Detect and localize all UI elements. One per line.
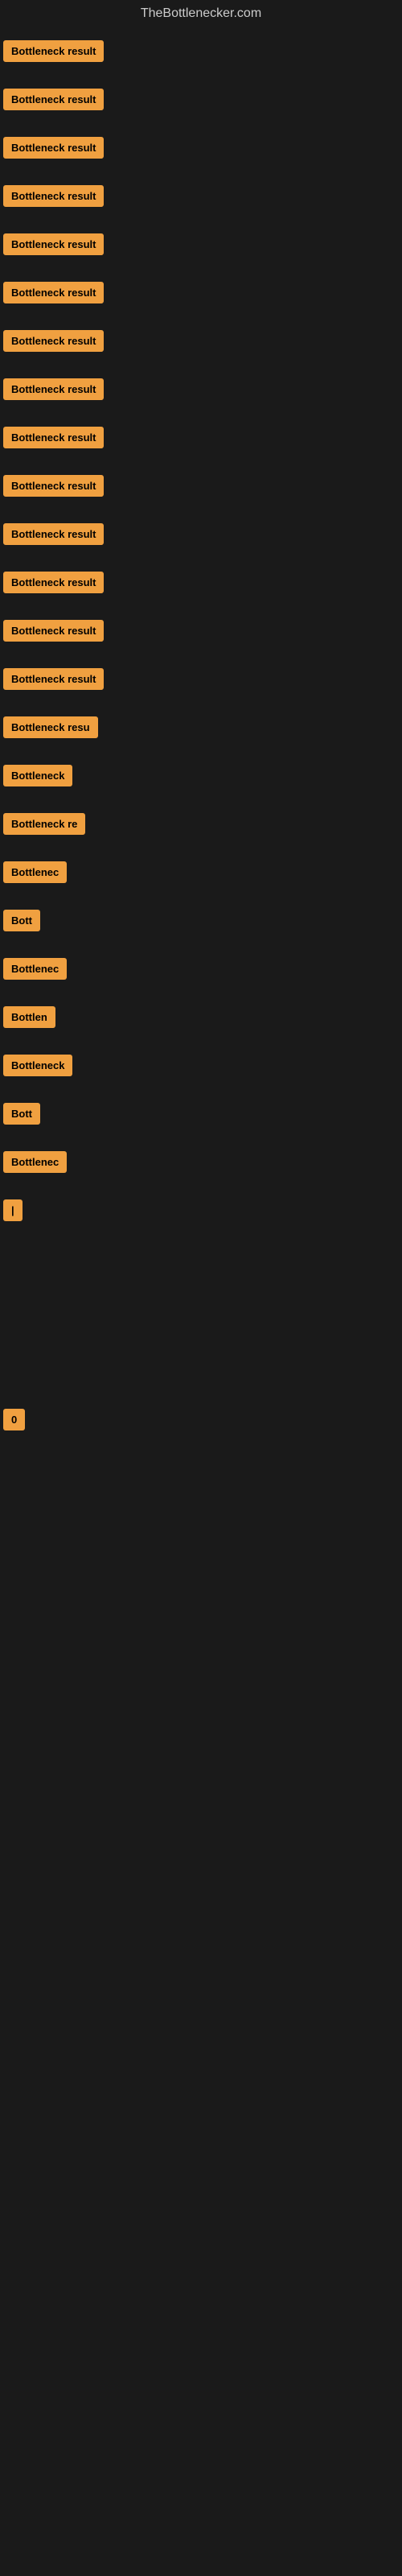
bottleneck-badge[interactable]: Bottleneck result <box>3 572 104 593</box>
list-item: Bott <box>3 903 402 952</box>
list-item: Bottleneck result <box>3 662 402 710</box>
list-item: Bottleneck result <box>3 372 402 420</box>
bottleneck-badge[interactable]: Bottleneck re <box>3 813 85 835</box>
list-item: Bottleneck result <box>3 34 402 82</box>
bottleneck-badge[interactable]: Bottleneck result <box>3 185 104 207</box>
bottleneck-badge[interactable]: Bottleneck result <box>3 378 104 400</box>
bottleneck-badge[interactable]: Bottleneck <box>3 1055 72 1076</box>
bottleneck-badge[interactable]: Bottleneck result <box>3 330 104 352</box>
list-item <box>3 1370 402 1402</box>
bottleneck-badge[interactable]: 0 <box>3 1409 25 1430</box>
list-item: Bottlenec <box>3 1145 402 1193</box>
list-item: Bottleneck <box>3 758 402 807</box>
bottleneck-badge[interactable]: Bottlenec <box>3 958 67 980</box>
list-item <box>3 1547 402 1579</box>
bottleneck-badge[interactable]: Bottleneck result <box>3 282 104 303</box>
list-item: Bottleneck result <box>3 565 402 613</box>
list-item: Bottlenec <box>3 952 402 1000</box>
bottleneck-badge[interactable]: Bott <box>3 910 40 931</box>
bottleneck-badge[interactable]: Bottleneck result <box>3 475 104 497</box>
list-item: Bottleneck result <box>3 130 402 179</box>
list-item <box>3 1579 402 1612</box>
bottleneck-badge[interactable]: Bottlen <box>3 1006 55 1028</box>
list-item: Bottleneck result <box>3 82 402 130</box>
list-item: 0 <box>3 1402 402 1451</box>
bottleneck-badge[interactable]: Bottleneck result <box>3 620 104 642</box>
list-item: Bottleneck <box>3 1048 402 1096</box>
list-item: Bottleneck result <box>3 227 402 275</box>
list-item: | <box>3 1193 402 1241</box>
list-item: Bottlen <box>3 1000 402 1048</box>
list-item: Bott <box>3 1096 402 1145</box>
list-item <box>3 1241 402 1274</box>
list-item: Bottleneck result <box>3 469 402 517</box>
list-item <box>3 1451 402 1483</box>
list-item: Bottleneck result <box>3 179 402 227</box>
bottleneck-badge[interactable]: Bottlenec <box>3 861 67 883</box>
list-item: Bottleneck re <box>3 807 402 855</box>
bottleneck-badge[interactable]: Bottleneck result <box>3 137 104 159</box>
list-item: Bottleneck result <box>3 517 402 565</box>
list-item: Bottlenec <box>3 855 402 903</box>
list-item <box>3 1338 402 1370</box>
bottleneck-badge[interactable]: Bottleneck resu <box>3 716 98 738</box>
list-item <box>3 1306 402 1338</box>
bottleneck-badge[interactable]: Bottleneck <box>3 765 72 786</box>
list-item <box>3 1274 402 1306</box>
items-container: Bottleneck result Bottleneck result Bottle… <box>0 31 402 1612</box>
list-item <box>3 1515 402 1547</box>
list-item <box>3 1483 402 1515</box>
list-item: Bottleneck resu <box>3 710 402 758</box>
bottleneck-badge[interactable]: | <box>3 1199 23 1221</box>
bottleneck-badge[interactable]: Bottleneck result <box>3 89 104 110</box>
bottleneck-badge[interactable]: Bottleneck result <box>3 523 104 545</box>
list-item: Bottleneck result <box>3 420 402 469</box>
bottleneck-badge[interactable]: Bottleneck result <box>3 233 104 255</box>
bottleneck-badge[interactable]: Bottleneck result <box>3 427 104 448</box>
bottleneck-badge[interactable]: Bott <box>3 1103 40 1125</box>
list-item: Bottleneck result <box>3 613 402 662</box>
list-item: Bottleneck result <box>3 324 402 372</box>
site-title: TheBottlenecker.com <box>0 0 402 31</box>
bottleneck-badge[interactable]: Bottlenec <box>3 1151 67 1173</box>
list-item: Bottleneck result <box>3 275 402 324</box>
bottleneck-badge[interactable]: Bottleneck result <box>3 40 104 62</box>
bottleneck-badge[interactable]: Bottleneck result <box>3 668 104 690</box>
